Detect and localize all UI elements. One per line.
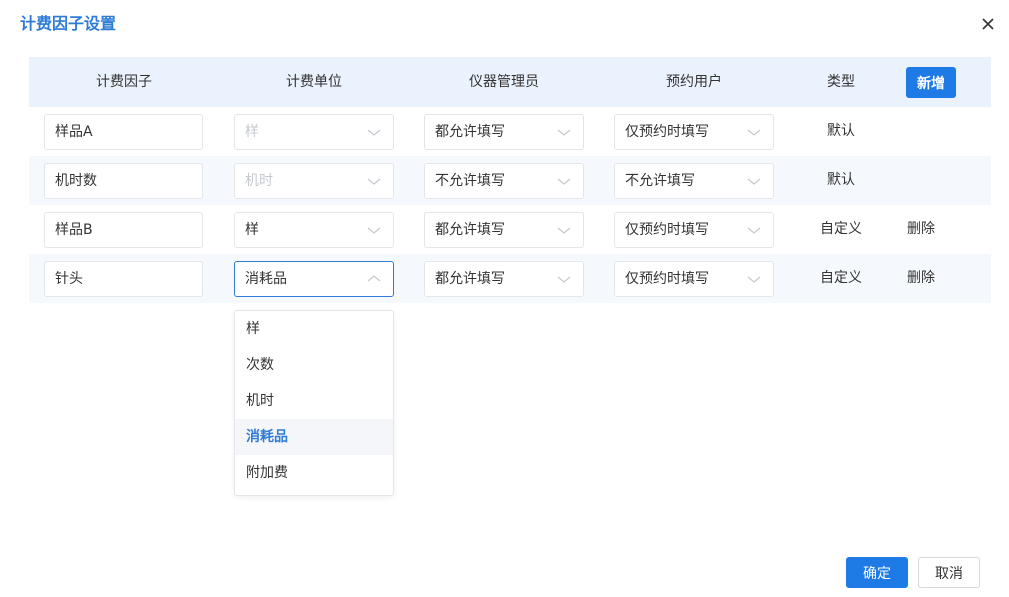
user-select[interactable]: 仅预约时填写 <box>614 261 774 297</box>
dropdown-option[interactable]: 次数 <box>235 347 393 383</box>
unit-select-value: 样 <box>245 222 259 238</box>
dropdown-option[interactable]: 消耗品 <box>235 419 393 455</box>
unit-select[interactable]: 样 <box>234 212 394 248</box>
admin-select-value: 都允许填写 <box>435 271 505 287</box>
user-select[interactable]: 不允许填写 <box>614 163 774 199</box>
table-row: 样品B 样 都允许填写 仅预约时填写 自定义 删除 <box>29 205 991 254</box>
user-select[interactable]: 仅预约时填写 <box>614 114 774 150</box>
dropdown-option[interactable]: 样 <box>235 311 393 347</box>
dialog-title: 计费因子设置 <box>20 14 117 33</box>
close-icon <box>982 18 994 30</box>
factor-input[interactable]: 针头 <box>44 261 203 297</box>
user-select[interactable]: 仅预约时填写 <box>614 212 774 248</box>
chevron-down-icon <box>367 126 381 138</box>
unit-select-value: 消耗品 <box>245 271 287 287</box>
dropdown-option[interactable]: 附加费 <box>235 455 393 491</box>
chevron-down-icon <box>747 273 761 285</box>
type-label: 自定义 <box>820 270 862 286</box>
confirm-button[interactable]: 确定 <box>846 557 908 588</box>
type-label: 默认 <box>827 123 855 139</box>
table-row: 样品A 样 都允许填写 仅预约时填写 默认 <box>29 107 991 156</box>
admin-select-value: 不允许填写 <box>435 173 505 189</box>
admin-select-value: 都允许填写 <box>435 124 505 140</box>
unit-select: 样 <box>234 114 394 150</box>
chevron-down-icon <box>367 224 381 236</box>
factor-input[interactable]: 样品B <box>44 212 203 248</box>
chevron-down-icon <box>747 224 761 236</box>
factor-input[interactable]: 机时数 <box>44 163 203 199</box>
add-button[interactable]: 新增 <box>906 67 956 98</box>
close-button[interactable] <box>977 13 999 35</box>
chevron-down-icon <box>747 175 761 187</box>
type-label: 自定义 <box>820 221 862 237</box>
admin-select[interactable]: 不允许填写 <box>424 163 584 199</box>
user-select-value: 不允许填写 <box>625 173 695 189</box>
factor-input[interactable]: 样品A <box>44 114 203 150</box>
unit-select-value: 机时 <box>245 173 273 189</box>
chevron-down-icon <box>367 175 381 187</box>
header-factor: 计费因子 <box>96 74 152 90</box>
unit-dropdown-menu: 样次数 机时 消耗品 附加费 <box>234 310 394 496</box>
delete-link[interactable]: 删除 <box>891 254 951 303</box>
admin-select[interactable]: 都允许填写 <box>424 212 584 248</box>
unit-select[interactable]: 消耗品 <box>234 261 394 297</box>
chevron-down-icon <box>557 273 571 285</box>
chevron-down-icon <box>557 126 571 138</box>
chevron-up-icon <box>367 273 381 285</box>
admin-select-value: 都允许填写 <box>435 222 505 238</box>
header-admin: 仪器管理员 <box>469 74 539 90</box>
table-row: 针头 消耗品 都允许填写 仅预约时填写 自定义 删除 <box>29 254 991 303</box>
factor-table: 计费因子 计费单位 仪器管理员 预约用户 类型 新增 样品A 样都允许填写 仅预约时… <box>29 57 991 303</box>
user-select-value: 仅预约时填写 <box>625 124 709 140</box>
table-header: 计费因子 计费单位 仪器管理员 预约用户 类型 新增 <box>29 57 991 107</box>
header-type: 类型 <box>827 74 855 90</box>
header-user: 预约用户 <box>666 74 722 90</box>
unit-select: 机时 <box>234 163 394 199</box>
cancel-button[interactable]: 取消 <box>918 557 980 588</box>
chevron-down-icon <box>557 175 571 187</box>
delete-link[interactable]: 删除 <box>891 205 951 254</box>
type-label: 默认 <box>827 172 855 188</box>
table-row: 机时数 机时 不允许填写 不允许填写 默认 <box>29 156 991 205</box>
unit-select-value: 样 <box>245 124 259 140</box>
dropdown-option[interactable]: 机时 <box>235 383 393 419</box>
admin-select[interactable]: 都允许填写 <box>424 114 584 150</box>
admin-select[interactable]: 都允许填写 <box>424 261 584 297</box>
chevron-down-icon <box>747 126 761 138</box>
user-select-value: 仅预约时填写 <box>625 222 709 238</box>
header-unit: 计费单位 <box>286 74 342 90</box>
table-body: 样品A 样都允许填写 仅预约时填写 默认 机时数 机时 不允许填写 不允许填写 默认 样品B 样都允… <box>29 107 991 303</box>
user-select-value: 仅预约时填写 <box>625 271 709 287</box>
chevron-down-icon <box>557 224 571 236</box>
